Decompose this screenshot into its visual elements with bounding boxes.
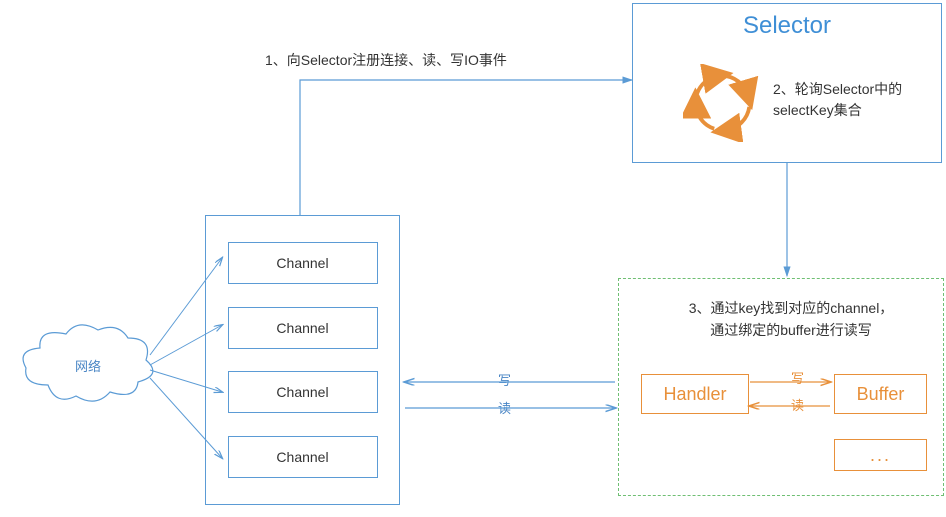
read-label-small: 读 bbox=[791, 395, 804, 414]
selector-box: Selector 2、轮询Selector中的 selectKey集合 bbox=[632, 3, 942, 163]
step3-label: 3、通过key找到对应的channel， 通过绑定的buffer进行读写 bbox=[649, 297, 933, 342]
cycle-arrows-icon bbox=[683, 64, 761, 142]
channel-box: Channel bbox=[228, 307, 378, 349]
step2-line2: selectKey集合 bbox=[773, 102, 862, 118]
write-label: 写 bbox=[498, 370, 511, 389]
more-box: ... bbox=[834, 439, 927, 471]
step2-label: 2、轮询Selector中的 selectKey集合 bbox=[773, 79, 902, 121]
step3-line2: 通过绑定的buffer进行读写 bbox=[710, 322, 872, 338]
read-label: 读 bbox=[498, 398, 511, 417]
write-label-small: 写 bbox=[791, 368, 804, 387]
channel-box: Channel bbox=[228, 371, 378, 413]
step1-label: 1、向Selector注册连接、读、写IO事件 bbox=[265, 50, 507, 70]
handler-box: Handler bbox=[641, 374, 749, 414]
channels-container: Channel Channel Channel Channel bbox=[205, 215, 400, 505]
result-box: 3、通过key找到对应的channel， 通过绑定的buffer进行读写 Han… bbox=[618, 278, 944, 496]
network-cloud: 网络 bbox=[18, 320, 158, 410]
step3-line1: 3、通过key找到对应的channel， bbox=[689, 300, 894, 316]
buffer-box: Buffer bbox=[834, 374, 927, 414]
channel-box: Channel bbox=[228, 242, 378, 284]
selector-title: Selector bbox=[633, 12, 941, 40]
network-label: 网络 bbox=[18, 356, 158, 375]
channel-box: Channel bbox=[228, 436, 378, 478]
step2-line1: 2、轮询Selector中的 bbox=[773, 81, 902, 97]
